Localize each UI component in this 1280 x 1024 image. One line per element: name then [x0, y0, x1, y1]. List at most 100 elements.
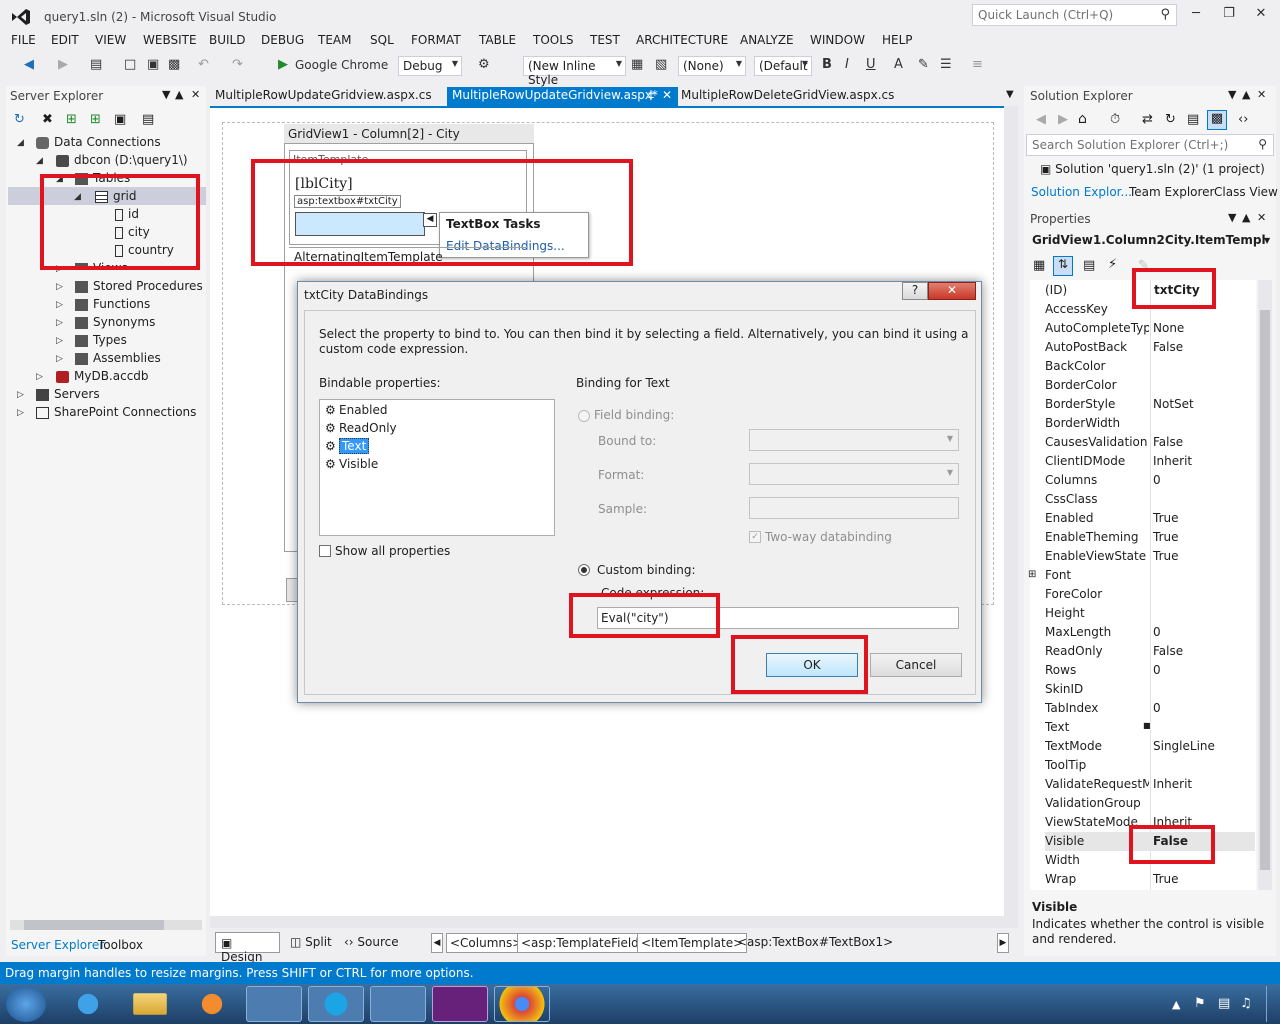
tree-dbcon[interactable]: dbcon (D:\query1\): [56, 153, 188, 167]
dialog-help-button[interactable]: ?: [902, 282, 928, 300]
cancel-button[interactable]: Cancel: [870, 653, 962, 677]
property-row[interactable]: AutoCompleteType None: [1045, 319, 1255, 338]
property-row[interactable]: Rows 0: [1045, 661, 1255, 680]
tab-solution-explorer[interactable]: Solution Explor...: [1031, 185, 1132, 199]
network-icon[interactable]: ▤: [1218, 996, 1230, 1011]
bindable-item-enabled[interactable]: ⚙ Enabled: [325, 403, 388, 417]
menu-view[interactable]: VIEW: [95, 33, 126, 47]
refresh-icon[interactable]: ⇄: [1142, 112, 1153, 127]
tree-stored-procedures[interactable]: Stored Procedures: [75, 279, 203, 293]
bold-icon[interactable]: B: [822, 57, 832, 72]
quick-launch-input[interactable]: Quick Launch (Ctrl+Q) ⚲: [972, 4, 1177, 26]
expand-icon[interactable]: ▷: [36, 372, 43, 382]
property-row[interactable]: BackColor: [1045, 357, 1255, 376]
tab-update-aspx[interactable]: MultipleRowUpdateGridview.aspx* ‡ ✕: [447, 87, 678, 106]
custom-binding-radio[interactable]: [578, 564, 590, 576]
property-value[interactable]: NotSet: [1153, 397, 1194, 411]
show-all-files-icon[interactable]: ▤: [1187, 112, 1199, 127]
tab-class-view[interactable]: Class View: [1214, 185, 1278, 199]
property-row[interactable]: ClientIDMode Inherit: [1045, 452, 1255, 471]
refresh-icon[interactable]: ↻: [14, 112, 25, 127]
sticky-notes-icon[interactable]: [246, 986, 302, 1022]
collapse-all-icon[interactable]: ↻: [1165, 112, 1176, 127]
format-dropdown[interactable]: ▼: [749, 463, 959, 485]
tab-team-explorer[interactable]: Team Explorer: [1129, 185, 1215, 199]
menu-tools[interactable]: TOOLS: [533, 33, 574, 47]
collapse-icon[interactable]: ◢: [36, 156, 43, 166]
two-way-checkbox[interactable]: ✓: [749, 531, 761, 543]
view-code-icon[interactable]: ‹›: [1238, 112, 1248, 127]
property-row[interactable]: BorderColor: [1045, 376, 1255, 395]
bound-to-dropdown[interactable]: ▼: [749, 429, 959, 451]
chrome-icon[interactable]: [494, 986, 550, 1022]
property-row[interactable]: BorderWidth: [1045, 414, 1255, 433]
property-value[interactable]: SingleLine: [1153, 739, 1215, 753]
property-row[interactable]: CssClass: [1045, 490, 1255, 509]
categorized-icon[interactable]: ▦: [1033, 258, 1045, 273]
view-tab-split[interactable]: ◫ Split: [290, 935, 332, 949]
properties-scrollbar[interactable]: [1258, 280, 1272, 890]
font-dropdown[interactable]: (Default ▼: [754, 56, 812, 76]
style-dropdown[interactable]: (New Inline Style ▼: [523, 56, 626, 87]
attach-process-icon[interactable]: ⚙: [478, 57, 490, 72]
menu-architecture[interactable]: ARCHITECTURE: [636, 33, 728, 47]
property-value[interactable]: Inherit: [1153, 454, 1192, 468]
menu-file[interactable]: FILE: [11, 33, 36, 47]
property-value[interactable]: False: [1153, 644, 1183, 658]
close-window-button[interactable]: ✕: [1250, 6, 1272, 24]
internet-explorer-icon[interactable]: [60, 986, 116, 1022]
breadcrumb-left-icon[interactable]: ◀: [431, 933, 443, 953]
chevron-down-icon[interactable]: ▼: [1264, 236, 1270, 245]
property-row[interactable]: AutoPostBack False: [1045, 338, 1255, 357]
connect-database-icon[interactable]: ⊞: [66, 112, 77, 127]
start-button-icon[interactable]: [6, 986, 46, 1022]
close-icon[interactable]: ✕: [191, 88, 200, 101]
property-row[interactable]: Columns 0: [1045, 471, 1255, 490]
property-value[interactable]: True: [1153, 511, 1179, 525]
property-row[interactable]: ToolTip: [1045, 756, 1255, 775]
tree-synonyms[interactable]: Synonyms: [75, 315, 155, 329]
tree-functions[interactable]: Functions: [75, 297, 150, 311]
property-row[interactable]: Wrap True: [1045, 870, 1255, 889]
maximize-button[interactable]: ❐: [1218, 6, 1240, 24]
solution-search-input[interactable]: Search Solution Explorer (Ctrl+;) ⚲: [1026, 134, 1274, 156]
field-binding-radio[interactable]: [578, 410, 590, 422]
menu-website[interactable]: WEBSITE: [143, 33, 197, 47]
property-value[interactable]: 0: [1153, 473, 1161, 487]
show-desktop-button[interactable]: [1266, 986, 1278, 1022]
expand-icon[interactable]: ▷: [56, 282, 63, 292]
dropdown-icon[interactable]: ▼: [162, 88, 170, 101]
breadcrumb-templatefield[interactable]: <asp:TemplateField>: [517, 933, 653, 953]
tree-mydb[interactable]: MyDB.accdb: [56, 369, 149, 383]
configuration-dropdown[interactable]: Debug ▼: [398, 56, 462, 76]
menu-format[interactable]: FORMAT: [411, 33, 461, 47]
save-all-icon[interactable]: ▩: [168, 57, 180, 72]
property-row[interactable]: Font: [1045, 566, 1255, 585]
open-file-icon[interactable]: □: [124, 57, 136, 72]
property-value[interactable]: True: [1153, 530, 1179, 544]
menu-analyze[interactable]: ANALYZE: [740, 33, 794, 47]
expand-font-icon[interactable]: ⊞: [1028, 569, 1036, 580]
file-explorer-icon[interactable]: [133, 993, 167, 1015]
home-icon[interactable]: ⌂: [1078, 111, 1087, 127]
sharepoint-connect-icon[interactable]: ▣: [114, 112, 126, 127]
tab-overflow-icon[interactable]: ▼: [1006, 89, 1014, 100]
back-icon[interactable]: ◀: [24, 57, 34, 72]
sync-icon[interactable]: ⏱: [1110, 112, 1120, 127]
solution-node[interactable]: ▣ Solution 'query1.sln (2)' (1 project): [1040, 162, 1265, 176]
tab-server-explorer[interactable]: Server Explorer: [11, 938, 104, 952]
close-icon[interactable]: ✕: [1257, 211, 1266, 224]
property-value[interactable]: 0: [1153, 701, 1161, 715]
connect-server-icon[interactable]: ⊞: [90, 112, 101, 127]
alphabetical-icon[interactable]: ⇅: [1053, 256, 1073, 276]
dropdown-icon[interactable]: ▼: [1228, 211, 1236, 224]
minimize-button[interactable]: ─: [1185, 6, 1207, 24]
font-color-icon[interactable]: A: [894, 57, 903, 72]
browser-select[interactable]: Google Chrome: [295, 58, 388, 72]
close-icon[interactable]: ✕: [662, 88, 672, 102]
property-row[interactable]: TabIndex 0: [1045, 699, 1255, 718]
highlight-icon[interactable]: ✎: [918, 57, 929, 72]
tree-data-connections[interactable]: Data Connections: [36, 135, 161, 149]
property-value[interactable]: None: [1153, 321, 1184, 335]
view-tab-source[interactable]: ‹› Source: [344, 935, 399, 949]
